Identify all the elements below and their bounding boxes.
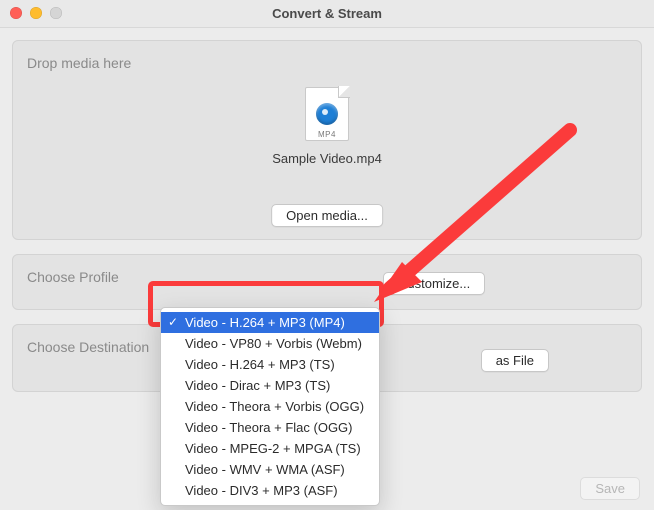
profile-option-label: Video - MPEG-2 + MPGA (TS) — [185, 441, 361, 456]
drop-media-label: Drop media here — [27, 55, 627, 71]
dropped-file: MP4 Sample Video.mp4 — [197, 87, 457, 166]
profile-option[interactable]: Video - Theora + Flac (OGG) — [161, 417, 379, 438]
file-icon: MP4 — [305, 87, 349, 141]
file-ext-label: MP4 — [305, 130, 349, 139]
profile-option-label: Video - VP80 + Vorbis (Webm) — [185, 336, 362, 351]
profile-option-label: Video - Theora + Vorbis (OGG) — [185, 399, 364, 414]
titlebar: Convert & Stream — [0, 0, 654, 28]
save-as-file-button[interactable]: as File — [481, 349, 549, 372]
profile-option[interactable]: Video - Theora + Vorbis (OGG) — [161, 396, 379, 417]
file-name: Sample Video.mp4 — [197, 151, 457, 166]
profile-option-label: Video - H.264 + MP3 (TS) — [185, 357, 335, 372]
customize-button[interactable]: Customize... — [383, 272, 485, 295]
profile-option[interactable]: Video - H.264 + MP3 (TS) — [161, 354, 379, 375]
quicktime-icon — [316, 103, 338, 125]
close-window-icon[interactable] — [10, 7, 22, 19]
drop-media-panel[interactable]: Drop media here MP4 Sample Video.mp4 Ope… — [12, 40, 642, 240]
profile-option[interactable]: ✓ Video - H.264 + MP3 (MP4) — [161, 312, 379, 333]
window-title: Convert & Stream — [272, 6, 382, 21]
profile-dropdown[interactable]: ✓ Video - H.264 + MP3 (MP4) Video - VP80… — [160, 307, 380, 506]
profile-option-label: Video - Theora + Flac (OGG) — [185, 420, 353, 435]
check-icon: ✓ — [168, 315, 178, 329]
profile-select[interactable] — [153, 271, 373, 295]
profile-option[interactable]: Video - DIV3 + MP3 (ASF) — [161, 480, 379, 501]
minimize-window-icon[interactable] — [30, 7, 42, 19]
profile-option[interactable]: Video - MPEG-2 + MPGA (TS) — [161, 438, 379, 459]
zoom-window-icon — [50, 7, 62, 19]
profile-option-label: Video - DIV3 + MP3 (ASF) — [185, 483, 338, 498]
profile-option-label: Video - WMV + WMA (ASF) — [185, 462, 345, 477]
choose-profile-panel: Choose Profile Customize... — [12, 254, 642, 310]
profile-option-label: Video - Dirac + MP3 (TS) — [185, 378, 330, 393]
profile-option[interactable]: Video - VP80 + Vorbis (Webm) — [161, 333, 379, 354]
profile-option[interactable]: Video - WMV + WMA (ASF) — [161, 459, 379, 480]
open-media-button[interactable]: Open media... — [271, 204, 383, 227]
profile-option[interactable]: Video - Dirac + MP3 (TS) — [161, 375, 379, 396]
save-button: Save — [580, 477, 640, 500]
window-controls — [10, 7, 62, 19]
profile-option-label: Video - H.264 + MP3 (MP4) — [185, 315, 345, 330]
